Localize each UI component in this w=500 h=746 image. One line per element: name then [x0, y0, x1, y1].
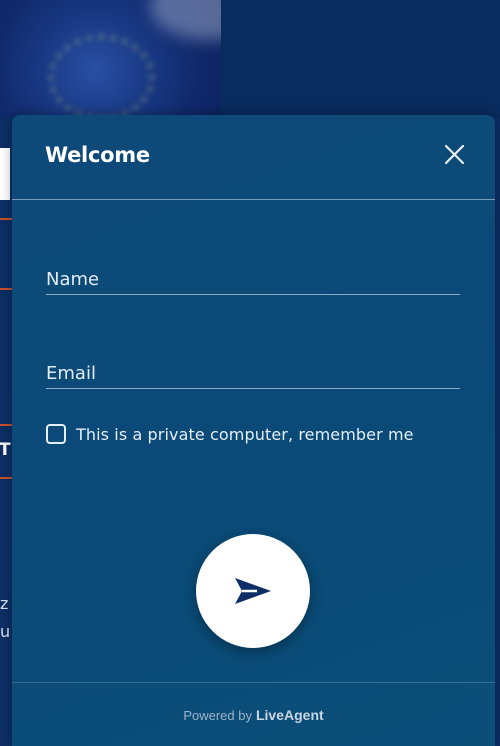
- name-input[interactable]: [46, 264, 460, 294]
- email-input[interactable]: [46, 358, 460, 388]
- background-panel: [221, 0, 500, 118]
- remember-me-checkbox[interactable]: [46, 424, 66, 444]
- name-field: [46, 260, 460, 295]
- remember-me-label[interactable]: This is a private computer, remember me: [76, 425, 414, 444]
- widget-title: Welcome: [45, 143, 150, 167]
- hero-image: [0, 0, 221, 118]
- background-text-fragment: z: [0, 594, 9, 613]
- send-icon: [235, 578, 271, 604]
- background-input-box: [0, 148, 10, 200]
- send-button[interactable]: [196, 534, 310, 648]
- background-text-fragment: T: [0, 440, 11, 460]
- hero-flare: [150, 0, 221, 40]
- powered-by-label: Powered by: [183, 707, 252, 723]
- email-field: [46, 354, 460, 389]
- eu-stars-ring: [48, 34, 155, 118]
- close-button[interactable]: [440, 140, 470, 170]
- chat-widget: Welcome This is a private computer, reme…: [12, 115, 495, 746]
- close-icon: [444, 144, 465, 165]
- background-text-fragment: u: [0, 622, 11, 641]
- widget-header: Welcome: [12, 115, 495, 200]
- widget-footer: Powered by LiveAgent: [12, 682, 495, 746]
- liveagent-brand-link[interactable]: LiveAgent: [256, 707, 324, 723]
- remember-me-row: This is a private computer, remember me: [46, 422, 414, 446]
